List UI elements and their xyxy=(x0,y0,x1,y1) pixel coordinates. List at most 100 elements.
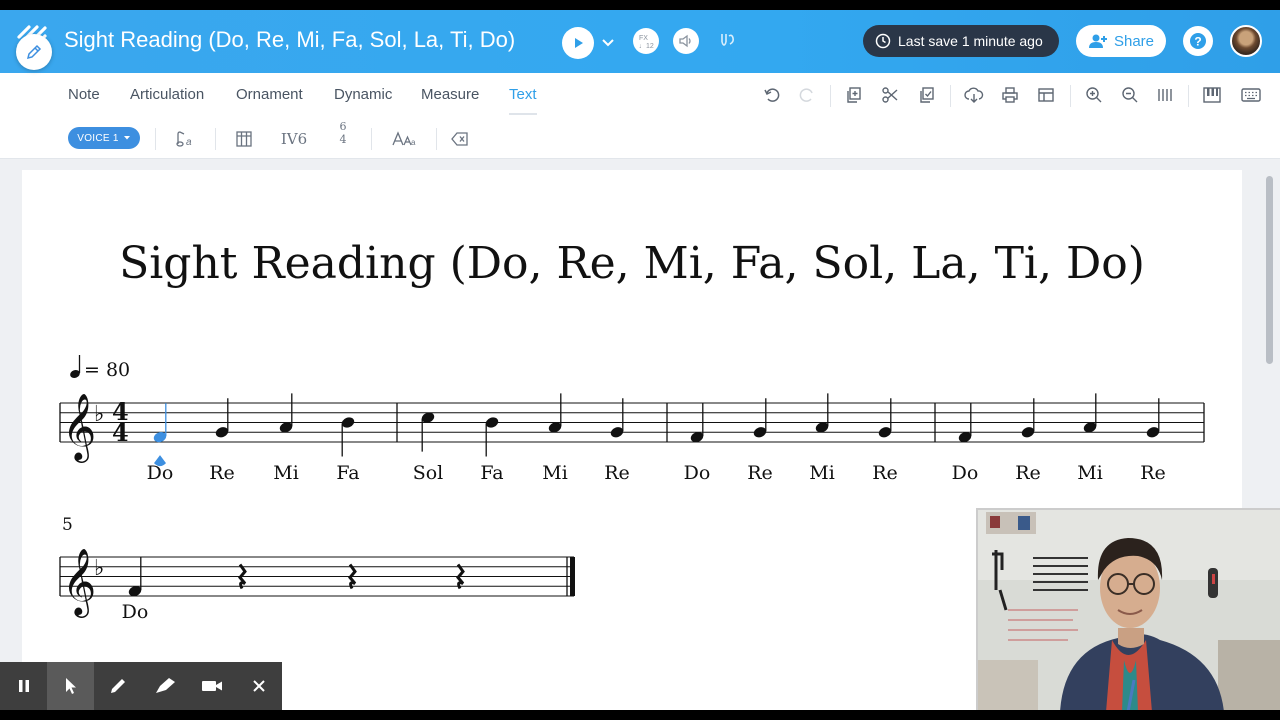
lyric-syllable[interactable]: Sol xyxy=(413,462,444,484)
redo-icon[interactable] xyxy=(797,85,817,105)
top-bar: Sight Reading (Do, Re, Mi, Fa, Sol, La, … xyxy=(0,10,1280,73)
document-title[interactable]: Sight Reading (Do, Re, Mi, Fa, Sol, La, … xyxy=(64,27,515,53)
tuner-icon[interactable] xyxy=(717,32,737,55)
close-recording-button[interactable] xyxy=(235,662,282,710)
lyric-syllable[interactable]: Do xyxy=(122,601,149,623)
volume-button[interactable] xyxy=(673,28,699,54)
clock-icon xyxy=(875,33,891,49)
share-button[interactable]: Share xyxy=(1076,25,1166,57)
svg-text:?: ? xyxy=(1194,35,1201,49)
figured-bass-top: 6 xyxy=(339,120,347,133)
key-signature-flat-icon: ♭ xyxy=(94,556,104,581)
lyric-syllable[interactable]: Re xyxy=(747,462,773,484)
play-button[interactable] xyxy=(562,27,594,59)
user-avatar[interactable] xyxy=(1230,25,1262,57)
help-icon: ? xyxy=(1190,33,1206,49)
notes-line-1 xyxy=(153,393,1160,467)
key-signature-flat-icon: ♭ xyxy=(94,402,104,427)
lyric-syllable[interactable]: Do xyxy=(684,462,711,484)
lyrics-line-2: Do xyxy=(122,601,149,623)
webcam-overlay[interactable] xyxy=(976,508,1280,710)
lyric-syllable[interactable]: Do xyxy=(147,462,174,484)
tempo-text: = 80 xyxy=(84,359,130,381)
lyric-syllable[interactable]: Re xyxy=(209,462,235,484)
svg-text:𝄞: 𝄞 xyxy=(62,392,96,463)
svg-text:FX: FX xyxy=(639,35,648,42)
keyboard-icon[interactable] xyxy=(1241,85,1261,105)
lyric-syllable[interactable]: Do xyxy=(952,462,979,484)
lyric-syllable[interactable]: Re xyxy=(1015,462,1041,484)
time-signature-bottom: 4 xyxy=(112,418,129,447)
treble-clef-icon: 𝄞 xyxy=(62,392,96,463)
staff-line-1 xyxy=(59,402,1205,443)
tab-text[interactable]: Text xyxy=(509,86,537,115)
columns-icon[interactable] xyxy=(1155,85,1175,105)
video-camera-icon xyxy=(201,681,222,691)
lyric-syllable[interactable]: Fa xyxy=(336,462,359,484)
lyric-syllable[interactable]: Mi xyxy=(542,462,568,484)
time-signature: 4 4 xyxy=(112,397,129,447)
tab-note[interactable]: Note xyxy=(68,86,100,103)
pause-button[interactable] xyxy=(0,662,47,710)
toolbar-divider xyxy=(950,85,951,107)
toolbar-divider xyxy=(1188,85,1189,107)
pencil-icon xyxy=(26,44,42,60)
tempo-marking[interactable]: = 80 xyxy=(69,355,130,381)
tab-dynamic[interactable]: Dynamic xyxy=(334,86,392,103)
tab-ornament[interactable]: Ornament xyxy=(236,86,303,103)
vertical-scrollbar[interactable] xyxy=(1266,176,1273,364)
toolbar-divider xyxy=(155,128,156,150)
lyric-syllable[interactable]: Fa xyxy=(480,462,503,484)
zoom-in-icon[interactable] xyxy=(1084,85,1104,105)
lyric-syllable[interactable]: Mi xyxy=(273,462,299,484)
recording-controls xyxy=(0,662,282,710)
metronome-button[interactable]: FX ♩12 xyxy=(633,28,659,54)
print-icon[interactable] xyxy=(1000,85,1020,105)
edit-toolbar: Note Articulation Ornament Dynamic Measu… xyxy=(0,73,1280,119)
share-label: Share xyxy=(1113,32,1155,50)
zoom-out-icon[interactable] xyxy=(1120,85,1140,105)
lyric-syllable[interactable]: Re xyxy=(1140,462,1166,484)
cloud-save-icon[interactable] xyxy=(964,85,984,105)
voice-label: VOICE 1 xyxy=(77,132,119,144)
play-options-chevron-icon[interactable] xyxy=(601,35,615,53)
save-status-pill[interactable]: Last save 1 minute ago xyxy=(863,25,1059,57)
toolbar-divider xyxy=(1070,85,1071,107)
tab-articulation[interactable]: Articulation xyxy=(130,86,204,103)
highlighter-tool-button[interactable] xyxy=(141,662,188,710)
lyric-syllable[interactable]: Mi xyxy=(809,462,835,484)
help-button[interactable]: ? xyxy=(1183,26,1213,56)
chord-grid-icon[interactable] xyxy=(235,129,253,149)
figured-bass-bottom: 4 xyxy=(339,133,347,146)
lyrics-icon[interactable]: a xyxy=(175,129,197,149)
camera-toggle-button[interactable] xyxy=(188,662,235,710)
cut-icon[interactable] xyxy=(880,85,900,105)
svg-text:a: a xyxy=(411,138,416,147)
lyric-syllable[interactable]: Re xyxy=(872,462,898,484)
pointer-tool-button[interactable] xyxy=(47,662,94,710)
layout-icon[interactable] xyxy=(1036,85,1056,105)
pen-tool-button[interactable] xyxy=(94,662,141,710)
figured-bass-button[interactable]: 6 4 xyxy=(336,120,350,146)
save-status-text: Last save 1 minute ago xyxy=(898,33,1043,49)
text-tools-bar: VOICE 1 a IV6 6 4 a xyxy=(0,119,1280,159)
toolbar-divider xyxy=(830,85,831,107)
roman-numeral-button[interactable]: IV6 xyxy=(281,129,307,149)
lyric-syllable[interactable]: Re xyxy=(604,462,630,484)
copy-icon[interactable] xyxy=(917,85,937,105)
edit-mode-button[interactable] xyxy=(16,34,52,70)
text-size-icon[interactable]: a xyxy=(391,129,417,149)
treble-clef-icon: 𝄞 xyxy=(62,547,96,618)
tab-measure[interactable]: Measure xyxy=(421,86,479,103)
undo-icon[interactable] xyxy=(762,85,782,105)
add-person-icon xyxy=(1088,34,1107,48)
lyric-syllable[interactable]: Mi xyxy=(1077,462,1103,484)
highlighter-icon xyxy=(155,678,175,693)
pause-icon xyxy=(18,680,29,692)
close-icon xyxy=(252,680,265,692)
voice-selector[interactable]: VOICE 1 xyxy=(68,127,140,149)
delete-text-icon[interactable] xyxy=(451,129,469,149)
piano-icon[interactable] xyxy=(1202,85,1222,105)
roman-numeral-label: IV6 xyxy=(280,130,308,148)
duplicate-icon[interactable] xyxy=(844,85,864,105)
